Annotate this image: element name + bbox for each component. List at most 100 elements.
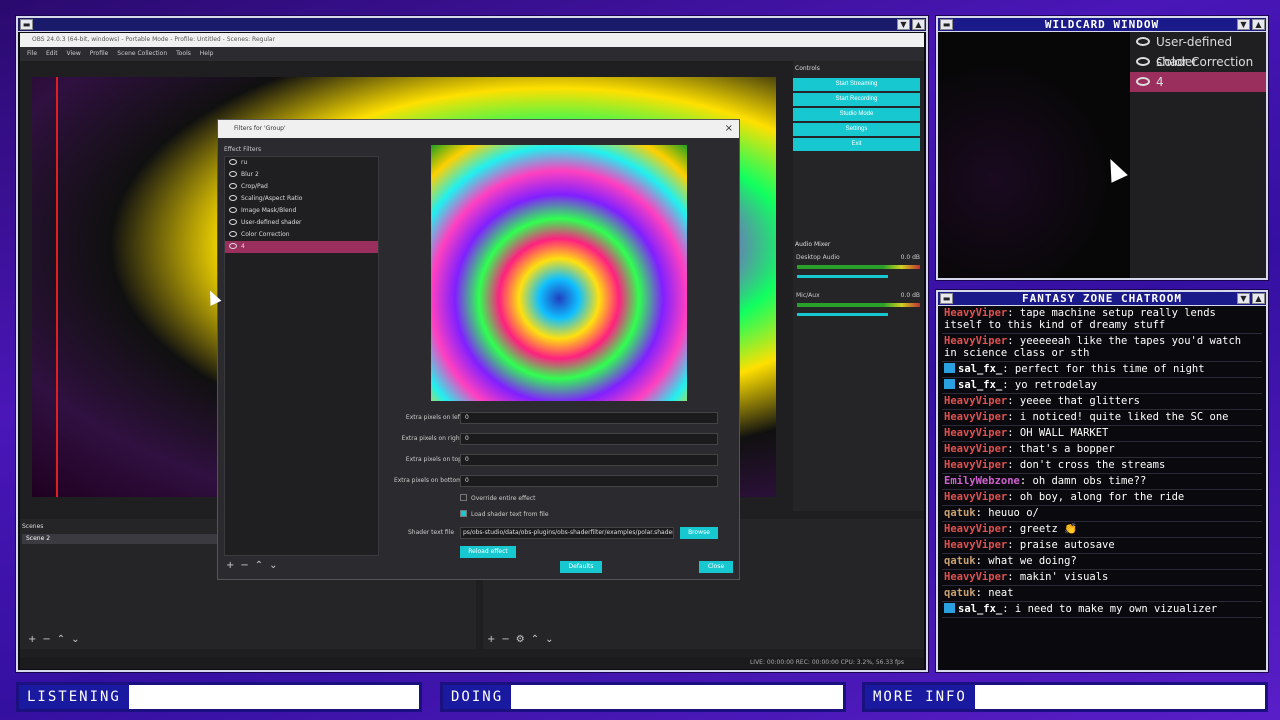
defaults-button[interactable]: Defaults xyxy=(560,561,602,573)
source-item[interactable]: User-defined shader xyxy=(1130,32,1266,69)
move-up-icon[interactable]: ⌃ xyxy=(531,634,545,645)
filter-item[interactable]: User-defined shader xyxy=(225,217,378,229)
extra-left-input[interactable]: 0 xyxy=(460,412,718,424)
menu-icon[interactable]: ▬ xyxy=(940,19,953,30)
add-scene-icon[interactable]: + xyxy=(28,634,42,645)
chat-separator: : xyxy=(1002,379,1015,391)
maximize-icon[interactable]: ▲ xyxy=(912,19,925,30)
remove-scene-icon[interactable]: − xyxy=(42,634,56,645)
maximize-icon[interactable]: ▲ xyxy=(1252,293,1265,304)
eye-icon[interactable] xyxy=(1136,37,1150,46)
close-button[interactable]: Close xyxy=(699,561,733,573)
eye-icon[interactable] xyxy=(1136,57,1150,66)
start-streaming-button[interactable]: Start Streaming xyxy=(793,78,920,91)
move-down-icon[interactable]: ⌄ xyxy=(71,634,85,645)
extra-right-input[interactable]: 0 xyxy=(460,433,718,445)
chat-message: HeavyViper: i noticed! quite liked the S… xyxy=(942,410,1262,426)
menu-icon[interactable]: ▬ xyxy=(940,293,953,304)
minimize-icon[interactable]: ▼ xyxy=(897,19,910,30)
remove-filter-icon[interactable]: − xyxy=(240,560,254,571)
chat-username[interactable]: HeavyViper xyxy=(944,443,1007,455)
eye-icon[interactable] xyxy=(229,183,237,189)
eye-icon[interactable] xyxy=(229,243,237,249)
override-checkbox-row[interactable]: Override entire effect xyxy=(460,494,535,502)
chat-username[interactable]: HeavyViper xyxy=(944,459,1007,471)
eye-icon[interactable] xyxy=(1136,77,1150,86)
menu-icon[interactable]: ▬ xyxy=(20,19,33,30)
maximize-icon[interactable]: ▲ xyxy=(1252,19,1265,30)
browse-button[interactable]: Browse xyxy=(680,527,718,539)
move-up-icon[interactable]: ⌃ xyxy=(57,634,71,645)
mic-volume-slider[interactable] xyxy=(797,313,888,316)
prop-label: Extra pixels on top xyxy=(405,456,462,463)
filter-item[interactable]: Scaling/Aspect Ratio xyxy=(225,193,378,205)
menu-help[interactable]: Help xyxy=(200,50,214,57)
move-down-icon[interactable]: ⌄ xyxy=(545,634,559,645)
exit-button[interactable]: Exit xyxy=(793,138,920,151)
chat-message: HeavyViper: don't cross the streams xyxy=(942,458,1262,474)
load-shader-checkbox[interactable] xyxy=(460,510,467,517)
chat-username[interactable]: HeavyViper xyxy=(944,395,1007,407)
override-checkbox[interactable] xyxy=(460,494,467,501)
chat-username[interactable]: qatuk xyxy=(944,555,976,567)
close-icon[interactable]: × xyxy=(725,120,733,138)
chat-message: sal_fx_: yo retrodelay xyxy=(942,378,1262,394)
chat-username[interactable]: HeavyViper xyxy=(944,571,1007,583)
menu-edit[interactable]: Edit xyxy=(46,50,58,57)
menu-tools[interactable]: Tools xyxy=(176,50,191,57)
chat-username[interactable]: sal_fx_ xyxy=(958,379,1002,391)
chat-username[interactable]: HeavyViper xyxy=(944,523,1007,535)
extra-top-input[interactable]: 0 xyxy=(460,454,718,466)
filter-item[interactable]: ru xyxy=(225,157,378,169)
move-down-icon[interactable]: ⌄ xyxy=(269,560,283,571)
filter-item[interactable]: Blur 2 xyxy=(225,169,378,181)
add-filter-icon[interactable]: + xyxy=(226,560,240,571)
remove-source-icon[interactable]: − xyxy=(501,634,515,645)
prop-label: Extra pixels on bottom xyxy=(393,477,462,484)
eye-icon[interactable] xyxy=(229,171,237,177)
extra-bottom-input[interactable]: 0 xyxy=(460,475,718,487)
minimize-icon[interactable]: ▼ xyxy=(1237,293,1250,304)
gear-icon[interactable]: ⚙ xyxy=(516,634,531,645)
chat-username[interactable]: HeavyViper xyxy=(944,307,1007,319)
filter-item[interactable]: Image Mask/Blend xyxy=(225,205,378,217)
menu-profile[interactable]: Profile xyxy=(90,50,109,57)
source-item[interactable]: Color Correction xyxy=(1130,52,1266,72)
chat-username[interactable]: EmilyWebzone xyxy=(944,475,1020,487)
chat-username[interactable]: qatuk xyxy=(944,587,976,599)
chat-message: HeavyViper: yeeeeeah like the tapes you'… xyxy=(942,334,1262,362)
eye-icon[interactable] xyxy=(229,207,237,213)
shader-file-input[interactable]: ps/obs-studio/data/obs-plugins/obs-shade… xyxy=(460,527,674,539)
chat-username[interactable]: HeavyViper xyxy=(944,335,1007,347)
settings-button[interactable]: Settings xyxy=(793,123,920,136)
eye-icon[interactable] xyxy=(229,159,237,165)
source-label: 4 xyxy=(1156,75,1164,89)
chat-username[interactable]: HeavyViper xyxy=(944,539,1007,551)
reload-effect-button[interactable]: Reload effect xyxy=(460,546,516,558)
studio-mode-button[interactable]: Studio Mode xyxy=(793,108,920,121)
filter-item-selected[interactable]: 4 xyxy=(225,241,378,253)
menu-view[interactable]: View xyxy=(67,50,81,57)
source-item-selected[interactable]: 4 xyxy=(1130,72,1266,92)
chat-username[interactable]: sal_fx_ xyxy=(958,363,1002,375)
filter-item[interactable]: Color Correction xyxy=(225,229,378,241)
chat-username[interactable]: sal_fx_ xyxy=(958,603,1002,615)
move-up-icon[interactable]: ⌃ xyxy=(255,560,269,571)
chat-username[interactable]: qatuk xyxy=(944,507,976,519)
chat-separator: : xyxy=(1002,603,1015,615)
chat-username[interactable]: HeavyViper xyxy=(944,411,1007,423)
chat-username[interactable]: HeavyViper xyxy=(944,491,1007,503)
start-recording-button[interactable]: Start Recording xyxy=(793,93,920,106)
eye-icon[interactable] xyxy=(229,195,237,201)
dialog-title-text: Filters for 'Group' xyxy=(234,125,286,132)
chat-separator: : xyxy=(1007,459,1020,471)
chat-username[interactable]: HeavyViper xyxy=(944,427,1007,439)
eye-icon[interactable] xyxy=(229,219,237,225)
filter-item[interactable]: Crop/Pad xyxy=(225,181,378,193)
eye-icon[interactable] xyxy=(229,231,237,237)
minimize-icon[interactable]: ▼ xyxy=(1237,19,1250,30)
menu-scene-collection[interactable]: Scene Collection xyxy=(117,50,167,57)
load-shader-checkbox-row[interactable]: Load shader text from file xyxy=(460,510,549,518)
menu-file[interactable]: File xyxy=(27,50,37,57)
add-source-icon[interactable]: + xyxy=(487,634,501,645)
